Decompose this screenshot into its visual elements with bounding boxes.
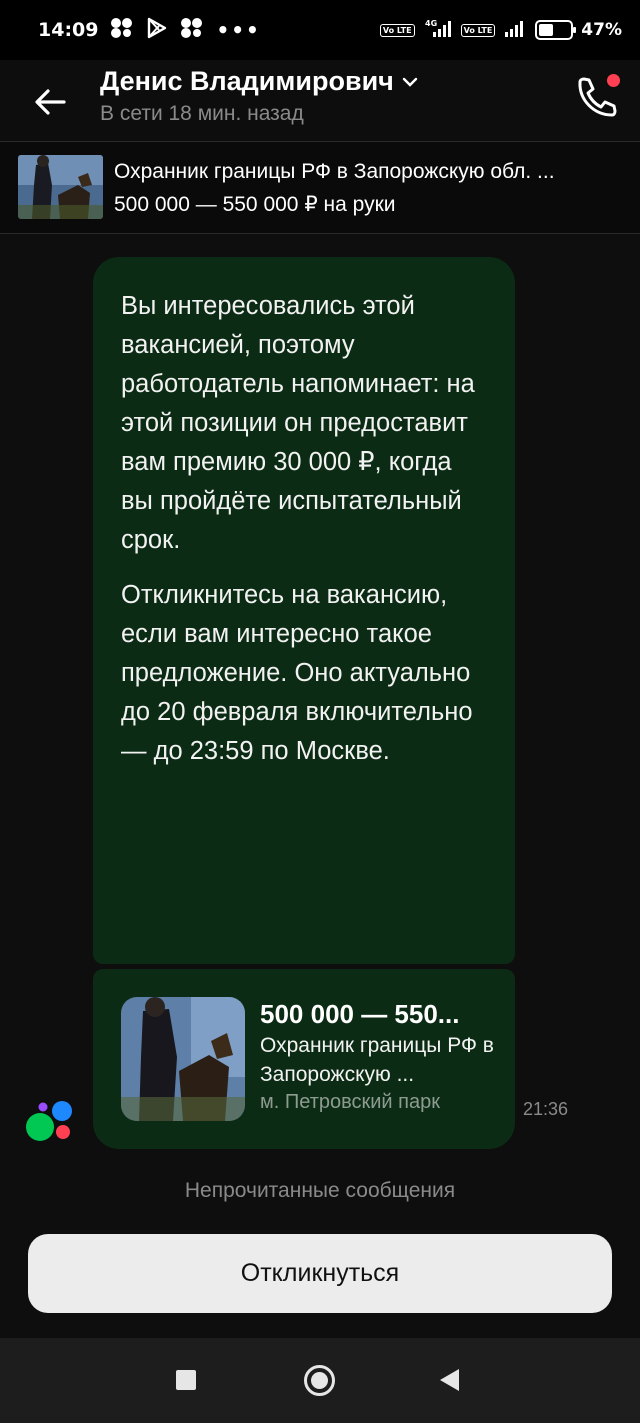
volte-icon: Vo LTE (379, 23, 415, 37)
vacancy-salary: 500 000 — 550 000 ₽ на руки (114, 193, 396, 216)
svg-text:4G: 4G (425, 19, 437, 28)
vacancy-card-image (121, 997, 245, 1121)
more-notifications-icon: ••• (216, 18, 261, 42)
vacancy-card[interactable]: 500 000 — 550... Охранник границы РФ в З… (93, 969, 515, 1149)
system-back-button[interactable] (440, 1369, 459, 1391)
app-notification-icon-2 (180, 17, 204, 43)
message-time: 21:36 (523, 1099, 569, 1119)
back-button[interactable] (26, 78, 74, 126)
status-bar: 14:09 ••• Vo LTE 4G Vo LTE 47% (0, 0, 640, 60)
respond-button[interactable]: Откликнуться (28, 1234, 612, 1313)
recent-apps-button[interactable] (176, 1370, 196, 1390)
signal-4g-icon: 4G (423, 18, 453, 43)
call-button[interactable] (570, 72, 622, 124)
vacancy-title: Охранник границы РФ в Запорожскую обл. .… (114, 160, 555, 183)
status-time: 14:09 (38, 19, 99, 41)
message-bubble: Вы интересовались этой вакансией, поэтом… (93, 257, 515, 964)
battery-level (539, 24, 554, 36)
vacancy-link[interactable]: Охранник границы РФ в Запорожскую обл. .… (0, 142, 640, 234)
contact-name: Денис Владимирович (100, 66, 394, 96)
system-nav-bar (0, 1338, 640, 1423)
volte-icon-2: Vo LTE (460, 23, 496, 37)
card-salary: 500 000 — 550... (260, 999, 460, 1029)
chat-header: Денис Владимирович В сети 18 мин. назад (0, 60, 640, 142)
chat-area[interactable]: Вы интересовались этой вакансией, поэтом… (0, 234, 640, 1338)
contact-status: В сети 18 мин. назад (100, 102, 304, 125)
play-store-icon (146, 17, 168, 43)
message-paragraph: Откликнитесь на вакансию, если вам интер… (121, 581, 473, 765)
message-paragraph: Вы интересовались этой вакансией, поэтом… (121, 292, 475, 554)
battery-percent: 47% (581, 20, 622, 40)
chevron-down-icon (402, 77, 418, 87)
arrow-left-icon (35, 89, 66, 115)
card-metro: м. Петровский парк (260, 1091, 440, 1113)
card-title: Охранник границы РФ в Запорожскую ... (260, 1034, 494, 1086)
avito-logo-icon (24, 1099, 76, 1143)
signal-icon (503, 18, 527, 43)
vacancy-thumbnail (18, 155, 103, 219)
unread-divider: Непрочитанные сообщения (184, 1179, 456, 1202)
contact-name-dropdown[interactable]: Денис Владимирович (100, 66, 418, 97)
home-button[interactable] (304, 1365, 335, 1396)
app-notification-icon (110, 17, 134, 43)
missed-call-badge (607, 74, 620, 87)
battery-icon (535, 20, 577, 40)
